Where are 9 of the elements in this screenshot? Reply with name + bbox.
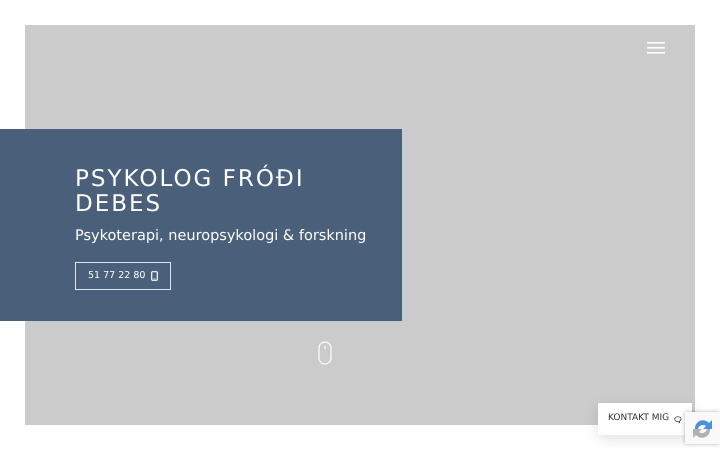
recaptcha-icon[interactable] — [685, 412, 720, 444]
hero-title: PSYKOLOG FRÓÐI DEBES — [75, 167, 306, 216]
phone-icon — [151, 271, 158, 282]
hero-subtitle: Psykoterapi, neuropsykologi & forskning — [75, 227, 368, 246]
contact-button[interactable]: KONTAKT MIG — [598, 403, 692, 435]
menu-icon[interactable] — [647, 41, 665, 55]
chat-icon — [674, 414, 682, 424]
mouse-icon — [318, 341, 332, 365]
phone-button[interactable]: 51 77 22 80 — [75, 262, 172, 290]
